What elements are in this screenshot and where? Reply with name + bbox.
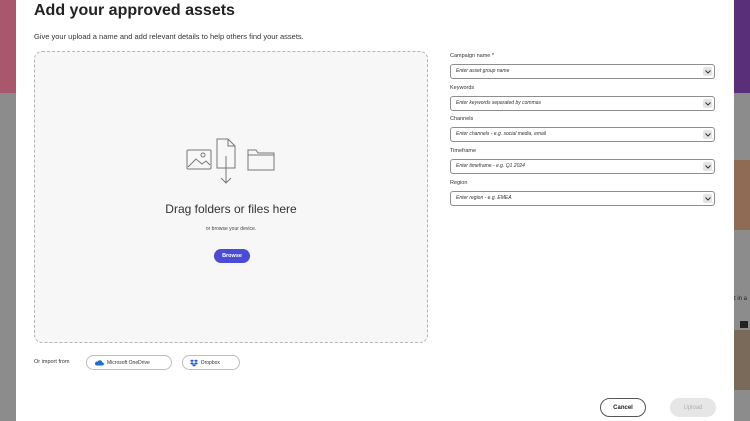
background-left-strip: [0, 0, 16, 93]
onedrive-label: Microsoft OneDrive: [107, 359, 150, 366]
upload-button[interactable]: Upload: [670, 398, 716, 417]
chevron-down-icon[interactable]: [703, 99, 712, 108]
onedrive-icon: [95, 360, 104, 366]
channels-label: Channels: [450, 116, 474, 122]
modal-subtitle: Give your upload a name and add relevant…: [34, 32, 304, 41]
timeframe-placeholder: Enter timeframe - e.g. Q1 2024: [456, 163, 525, 169]
keywords-placeholder: Enter keywords separated by commas: [456, 100, 542, 106]
dropbox-label: Dropbox: [201, 359, 220, 366]
dropzone-subtitle: or browse your device.: [205, 226, 257, 232]
channels-field: Channels Enter channels - e.g. social me…: [450, 116, 715, 142]
chevron-down-icon[interactable]: [703, 162, 712, 171]
region-field: Region Enter region - e.g. EMEA: [450, 180, 715, 206]
region-input[interactable]: Enter region - e.g. EMEA: [450, 191, 715, 206]
import-label: Or import from: [34, 359, 70, 365]
channels-placeholder: Enter channels - e.g. social media, emai…: [456, 131, 547, 137]
keywords-input[interactable]: Enter keywords separated by commas: [450, 96, 715, 111]
timeframe-input[interactable]: Enter timeframe - e.g. Q1 2024: [450, 159, 715, 174]
cancel-button[interactable]: Cancel: [600, 398, 646, 417]
chevron-down-icon[interactable]: [703, 194, 712, 203]
background-thumbnail: [734, 330, 750, 390]
region-label: Region: [450, 180, 468, 186]
keywords-label: Keywords: [450, 85, 475, 91]
keywords-field: Keywords Enter keywords separated by com…: [450, 85, 715, 111]
chevron-down-icon[interactable]: [703, 67, 712, 76]
campaign-name-label: Campaign name *: [450, 53, 495, 59]
timeframe-field: Timeframe Enter timeframe - e.g. Q1 2024: [450, 148, 715, 174]
campaign-name-input[interactable]: Enter asset group name: [450, 64, 715, 79]
channels-input[interactable]: Enter channels - e.g. social media, emai…: [450, 127, 715, 142]
modal-title: Add your approved assets: [34, 2, 235, 19]
onedrive-import-button[interactable]: Microsoft OneDrive: [86, 355, 172, 370]
background-right-strip: [734, 0, 750, 93]
background-badge: [740, 321, 748, 328]
timeframe-label: Timeframe: [450, 148, 477, 154]
dropzone-title: Drag folders or files here: [165, 202, 297, 216]
dropbox-icon: [190, 359, 198, 367]
background-partial-text: t in a: [734, 296, 748, 302]
upload-files-icon: [186, 138, 275, 184]
chevron-down-icon[interactable]: [703, 130, 712, 139]
campaign-name-field: Campaign name * Enter asset group name: [450, 53, 715, 79]
browse-button[interactable]: Browse: [214, 249, 250, 263]
region-placeholder: Enter region - e.g. EMEA: [456, 195, 512, 201]
dropbox-import-button[interactable]: Dropbox: [182, 355, 240, 370]
background-thumbnail: [734, 160, 750, 230]
upload-modal: Add your approved assets Give your uploa…: [16, 0, 734, 421]
campaign-name-placeholder: Enter asset group name: [456, 68, 510, 74]
file-dropzone[interactable]: Drag folders or files here or browse you…: [34, 51, 428, 343]
